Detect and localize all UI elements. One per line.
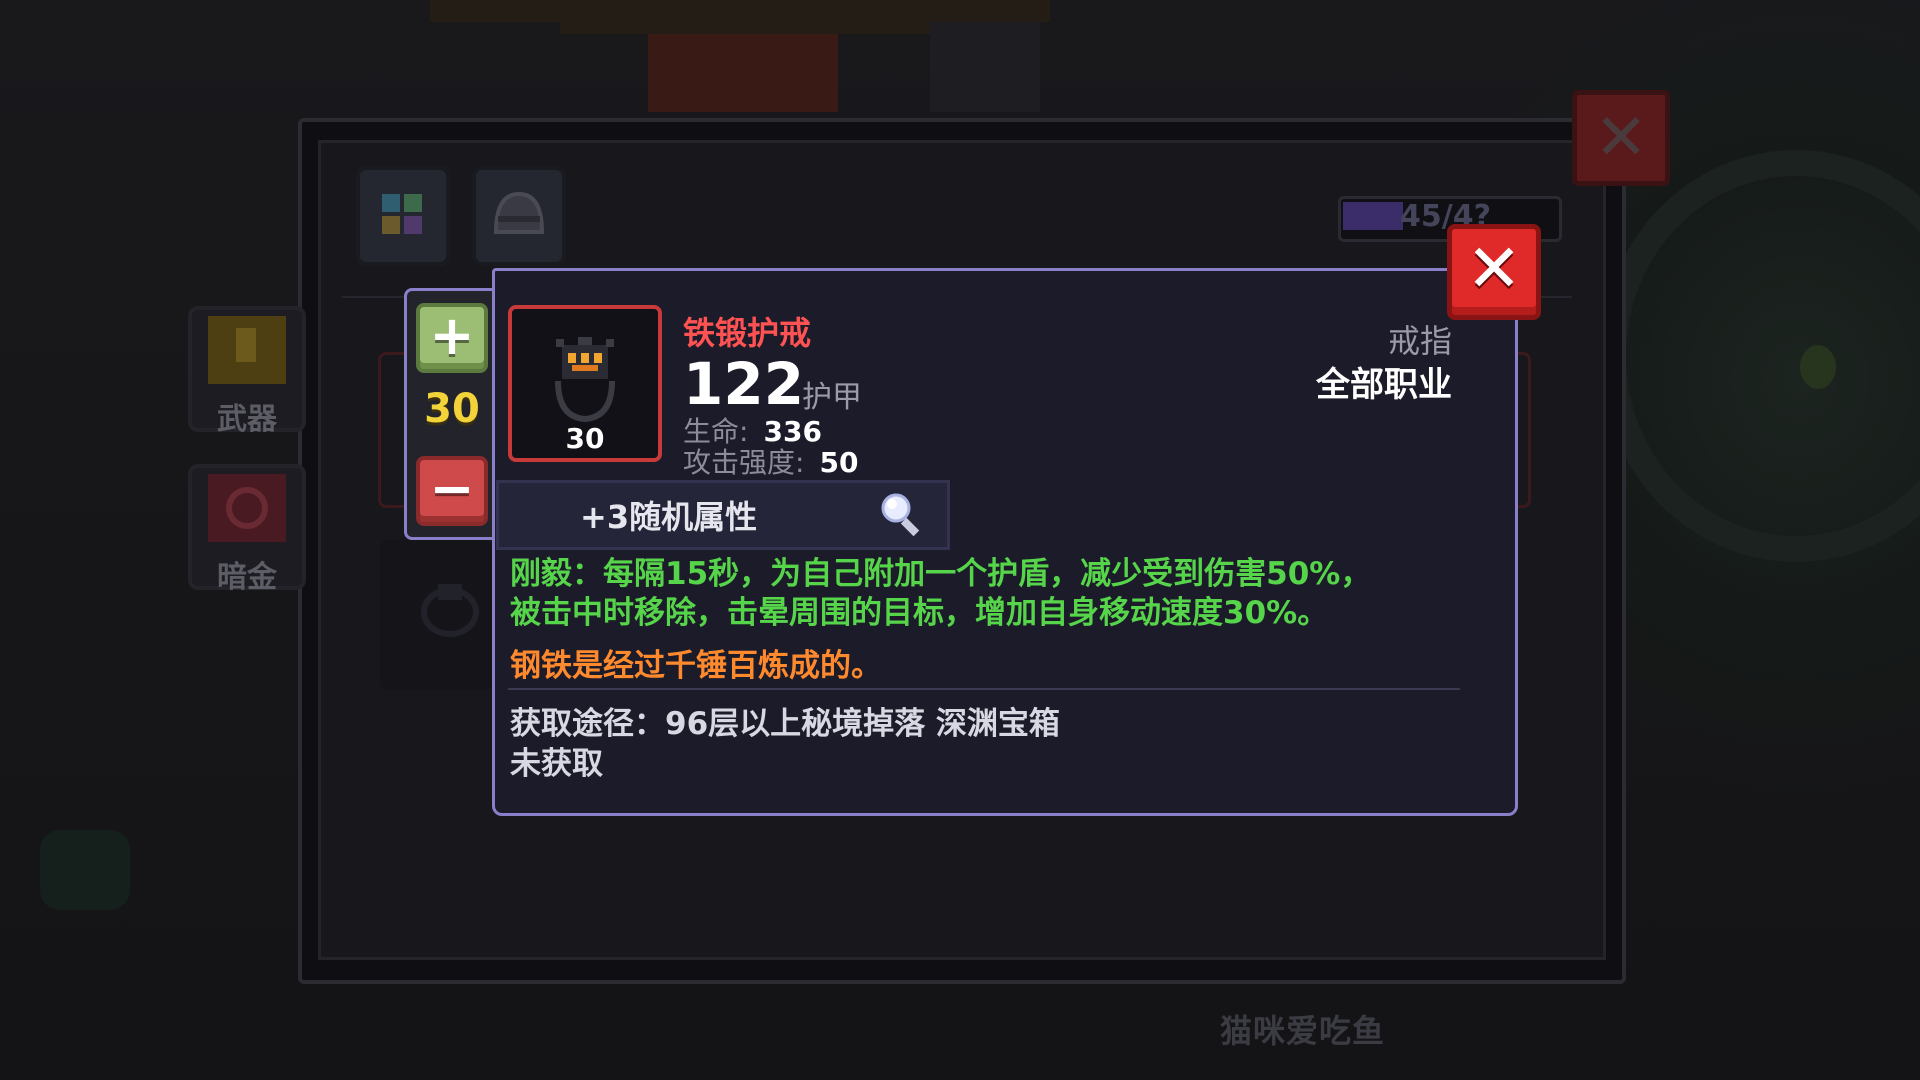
random-attributes-label: +3随机属性 bbox=[580, 498, 758, 536]
magnifier-icon[interactable] bbox=[876, 488, 928, 540]
dark-gold-icon bbox=[208, 474, 286, 542]
tooltip-close-button[interactable]: ✕ bbox=[1447, 224, 1541, 320]
item-level: 30 bbox=[565, 422, 605, 455]
skill-line: 被击中时移除，击晕周围的目标，增加自身移动速度30%。 bbox=[510, 595, 1329, 631]
sidebar-item-dark-gold[interactable]: 暗金 bbox=[188, 464, 306, 595]
sidebar-item-weapon[interactable]: 武器 bbox=[188, 306, 306, 437]
acquisition-source: 获取途径：96层以上秘境掉落 深渊宝箱 bbox=[510, 706, 1060, 742]
tab-equipment[interactable] bbox=[472, 166, 566, 266]
item-name: 铁锻护戒 bbox=[683, 314, 812, 352]
stat-row-attack-power: 攻击强度: 50 bbox=[683, 441, 859, 481]
flavor-text: 钢铁是经过千锤百炼成的。 bbox=[510, 648, 882, 684]
divider bbox=[508, 688, 1460, 690]
inventory-close-button[interactable]: ✕ bbox=[1572, 90, 1670, 186]
inventory-slot[interactable] bbox=[380, 540, 494, 690]
helmet-icon bbox=[493, 191, 545, 234]
weapon-icon bbox=[208, 316, 286, 384]
quantity-value: 30 bbox=[424, 386, 480, 432]
minus-icon: − bbox=[429, 457, 475, 520]
skill-description: 刚毅：每隔15秒，为自己附加一个护盾，减少受到伤害50%， 被击中时移除，击晕周… bbox=[510, 555, 1450, 633]
armor-value: 122 bbox=[683, 350, 805, 418]
ring-silhouette-icon bbox=[421, 584, 479, 637]
player-name: 猫咪爱吃鱼 bbox=[1220, 1012, 1386, 1050]
close-icon: ✕ bbox=[1594, 101, 1648, 175]
stat-label: 攻击强度: bbox=[683, 446, 805, 479]
item-slot-type: 戒指 bbox=[1387, 322, 1452, 360]
tab-items[interactable] bbox=[356, 166, 450, 266]
capacity-bar-fill bbox=[1343, 202, 1403, 230]
close-icon: ✕ bbox=[1466, 230, 1522, 307]
item-grid-icon bbox=[382, 194, 422, 234]
plus-icon: + bbox=[429, 304, 475, 367]
item-class-restriction: 全部职业 bbox=[1316, 365, 1452, 405]
skill-line: 刚毅：每隔15秒，为自己附加一个护盾，减少受到伤害50%， bbox=[510, 556, 1372, 592]
acquisition-status: 未获取 bbox=[510, 746, 603, 782]
decrease-button[interactable]: − bbox=[416, 456, 488, 526]
increase-button[interactable]: + bbox=[416, 303, 488, 373]
sidebar-item-label: 武器 bbox=[217, 402, 277, 437]
sidebar-item-label: 暗金 bbox=[217, 560, 277, 595]
stat-value: 50 bbox=[819, 446, 859, 479]
